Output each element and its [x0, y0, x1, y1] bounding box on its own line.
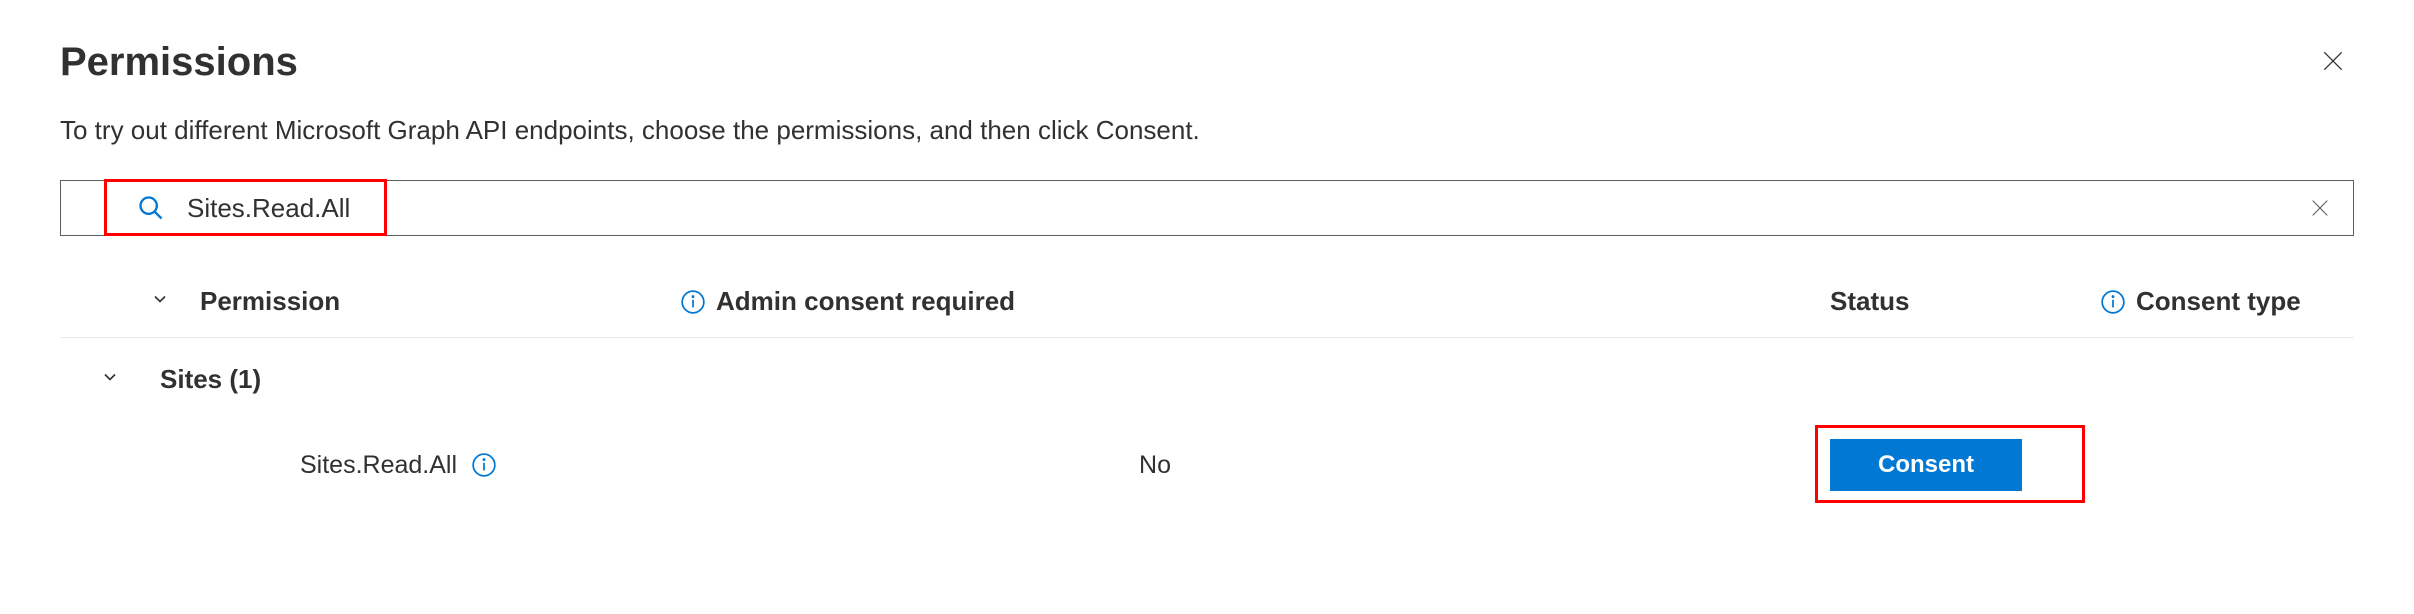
permission-cell: Sites.Read.All: [60, 451, 680, 480]
info-icon[interactable]: [471, 452, 497, 478]
close-icon: [2320, 48, 2346, 74]
admin-consent-cell: No: [680, 451, 1830, 480]
column-consent-type[interactable]: Consent type: [2100, 286, 2354, 317]
page-subtitle: To try out different Microsoft Graph API…: [0, 85, 2414, 146]
clear-icon: [2309, 197, 2331, 219]
search-box[interactable]: [60, 180, 2354, 236]
info-icon[interactable]: [2100, 289, 2126, 315]
group-label: Sites (1): [160, 364, 261, 395]
chevron-down-icon: [100, 367, 120, 387]
column-consent-type-label: Consent type: [2136, 286, 2301, 317]
clear-search-button[interactable]: [2303, 191, 2337, 225]
chevron-down-icon: [150, 289, 170, 309]
column-admin-consent[interactable]: Admin consent required: [680, 286, 1830, 317]
table-row: Sites.Read.All No Consent: [60, 405, 2354, 525]
table-header: Permission Admin consent required Status: [60, 266, 2354, 338]
consent-button[interactable]: Consent: [1830, 439, 2022, 491]
group-row-sites[interactable]: Sites (1): [60, 338, 2354, 405]
sort-chevron[interactable]: [150, 289, 170, 314]
permissions-table: Permission Admin consent required Status: [60, 266, 2354, 525]
page-title: Permissions: [60, 40, 298, 85]
column-status[interactable]: Status: [1830, 286, 2100, 317]
search-input[interactable]: [187, 193, 2303, 224]
column-permission[interactable]: Permission: [200, 286, 680, 317]
permission-name: Sites.Read.All: [300, 451, 457, 480]
search-icon: [137, 194, 165, 222]
column-admin-consent-label: Admin consent required: [716, 286, 1015, 317]
group-toggle[interactable]: [100, 367, 120, 392]
status-cell: Consent: [1830, 439, 2100, 491]
close-button[interactable]: [2312, 40, 2354, 82]
info-icon[interactable]: [680, 289, 706, 315]
